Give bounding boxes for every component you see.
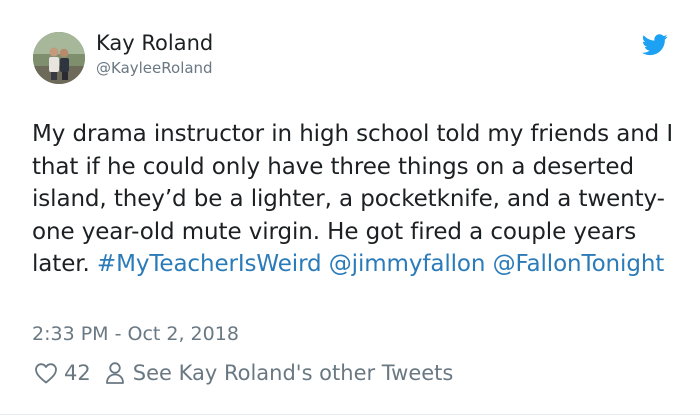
other-tweets-link[interactable]: See Kay Roland's other Tweets bbox=[133, 361, 454, 385]
mention-link[interactable]: @FallonTonight bbox=[493, 251, 665, 277]
heart-icon[interactable] bbox=[34, 362, 58, 384]
username-handle[interactable]: @KayleeRoland bbox=[96, 59, 213, 77]
twitter-bird-icon[interactable] bbox=[642, 34, 668, 56]
tweet-timestamp[interactable]: 2:33 PM - Oct 2, 2018 bbox=[32, 323, 239, 345]
hashtag-link[interactable]: #MyTeacherIsWeird bbox=[97, 251, 322, 277]
tweet-actions: 42 See Kay Roland's other Tweets bbox=[34, 358, 453, 388]
person-icon bbox=[105, 361, 125, 385]
avatar[interactable] bbox=[33, 32, 85, 84]
tweet-card: Kay Roland @KayleeRoland My drama instru… bbox=[0, 0, 700, 415]
like-count: 42 bbox=[64, 361, 91, 385]
mention-link[interactable]: @jimmyfallon bbox=[329, 251, 486, 277]
tweet-text: My drama instructor in high school told … bbox=[32, 118, 682, 281]
display-name[interactable]: Kay Roland bbox=[96, 31, 213, 55]
